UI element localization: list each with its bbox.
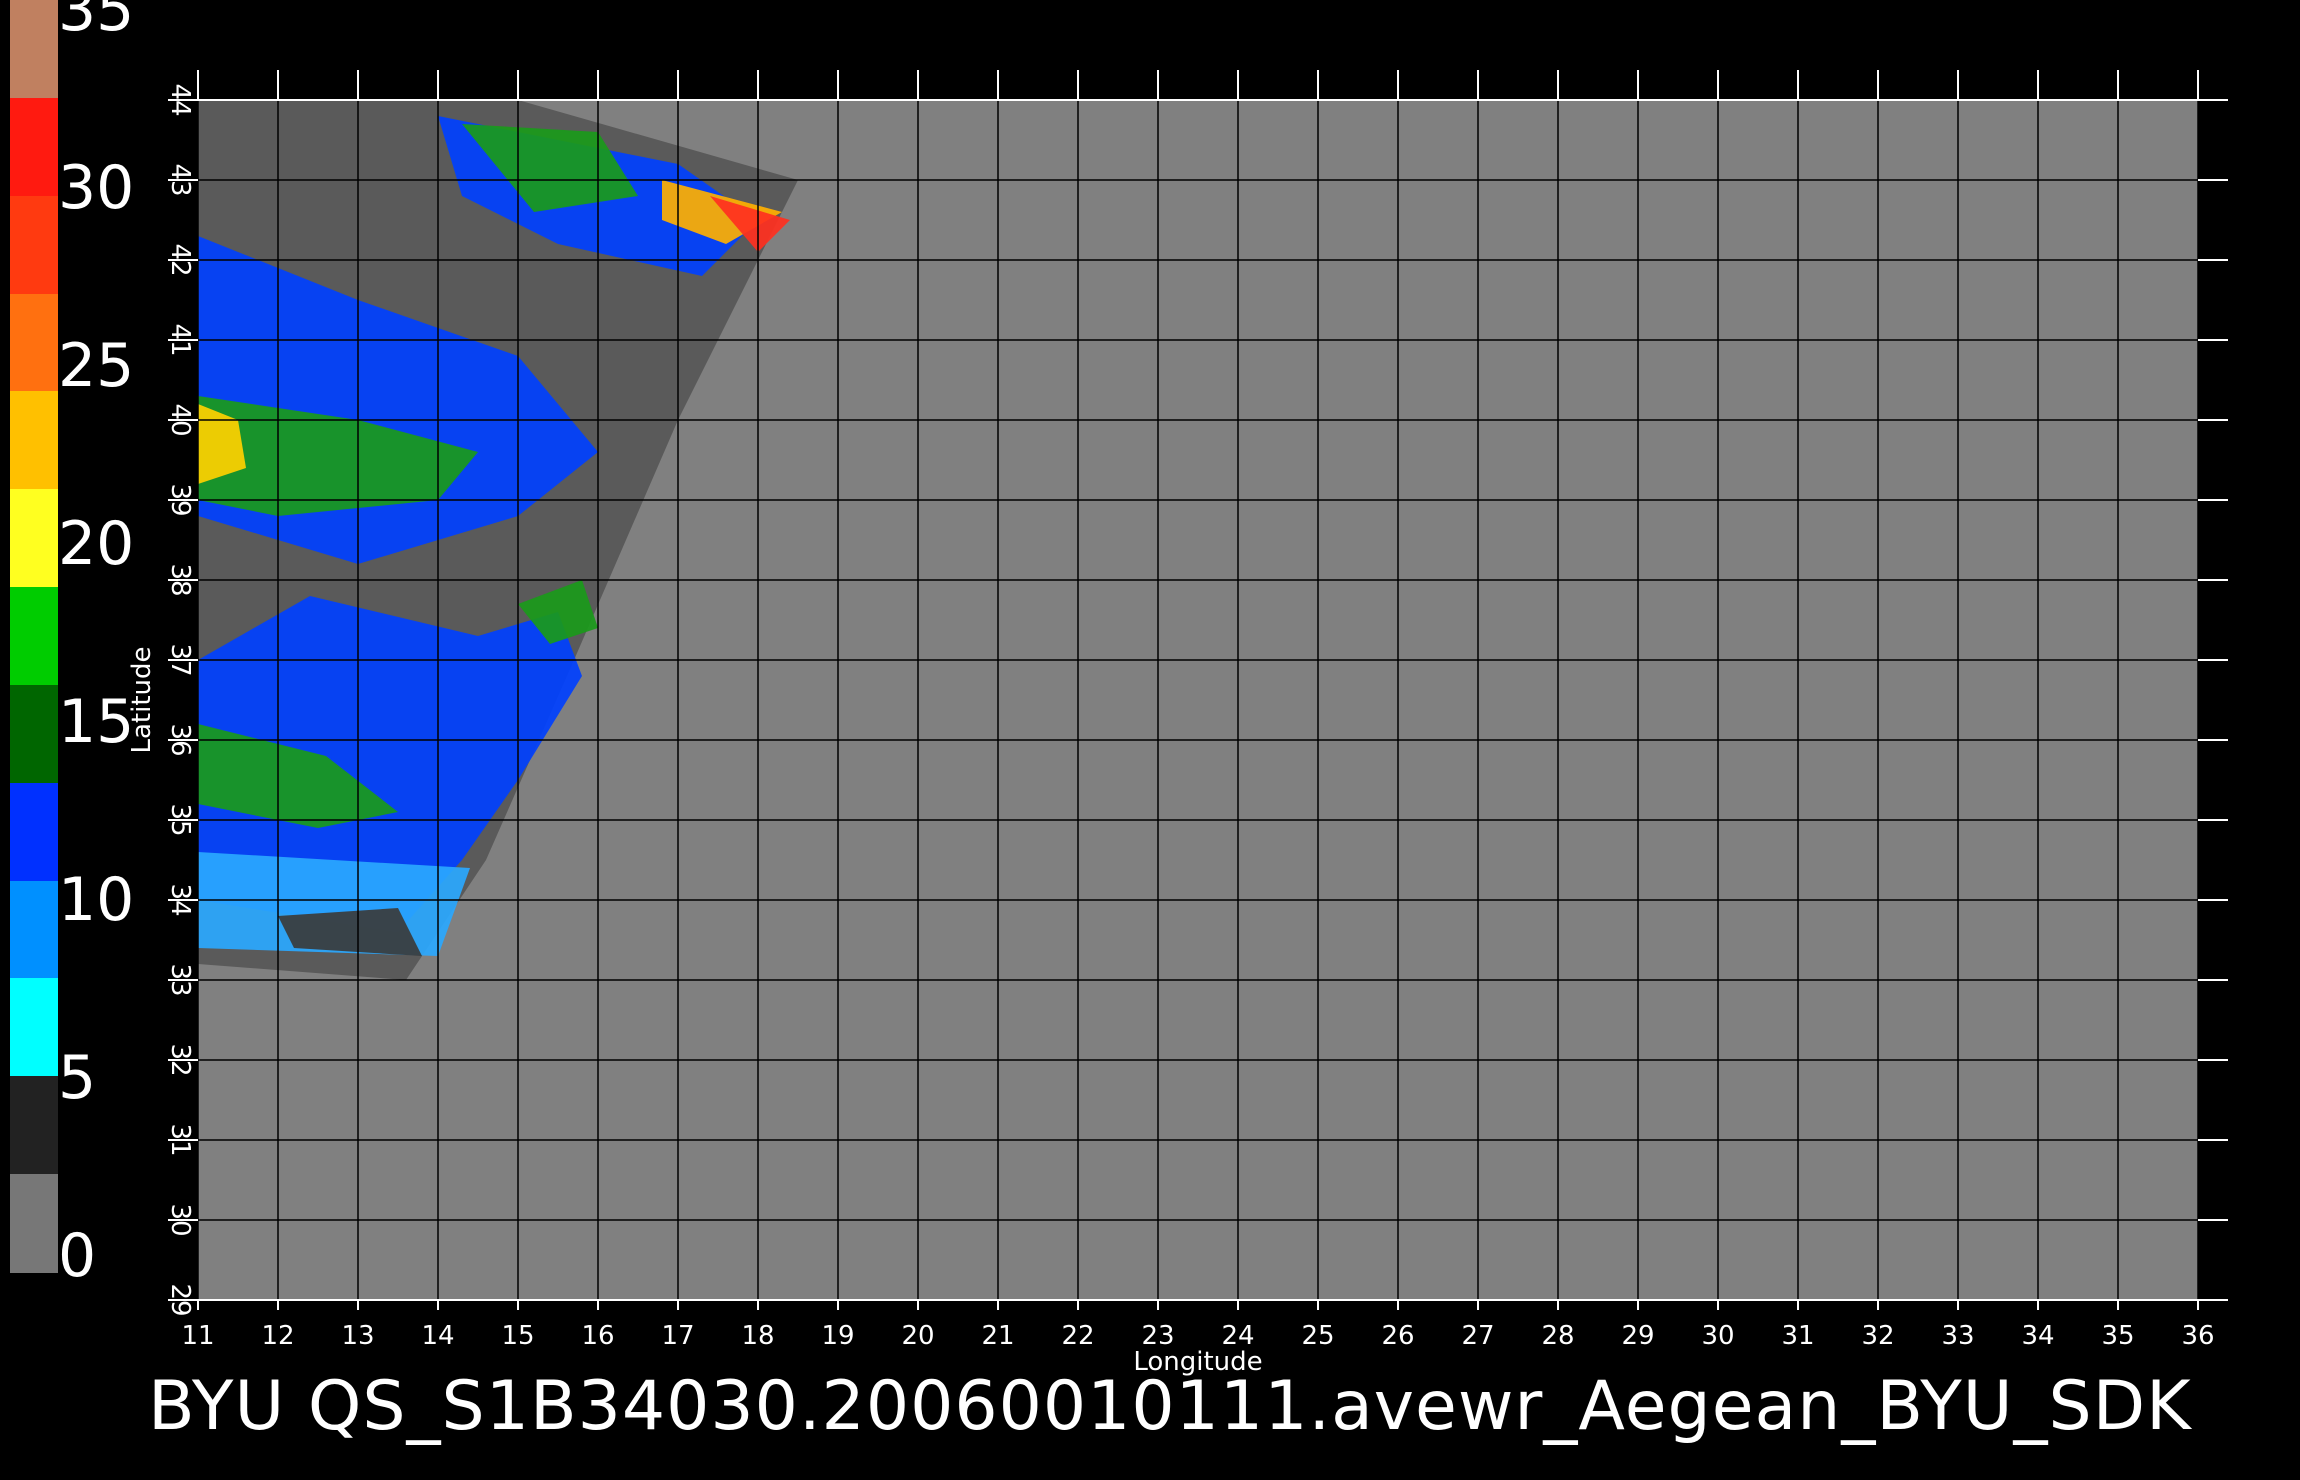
map-title: BYU QS_S1B34030.20060010111.avewr_Aegean… xyxy=(148,1367,2192,1446)
lon-tick-label: 36 xyxy=(2181,1321,2214,1351)
lat-tick-label: 37 xyxy=(165,643,195,676)
lon-tick-label: 31 xyxy=(1781,1321,1814,1351)
lat-tick-label: 38 xyxy=(165,563,195,596)
lon-tick-label: 20 xyxy=(901,1321,934,1351)
lon-tick-label: 32 xyxy=(1861,1321,1894,1351)
lon-tick-label: 16 xyxy=(581,1321,614,1351)
map-area xyxy=(198,100,2198,1300)
lon-tick-label: 33 xyxy=(1941,1321,1974,1351)
y-axis-label: Latitude xyxy=(127,646,157,753)
lon-tick-label: 25 xyxy=(1301,1321,1334,1351)
lat-tick-label: 41 xyxy=(165,323,195,356)
map-plot: 11 12 13 14 15 16 17 18 19 20 21 22 23 24 25 26 27 28 29 30… xyxy=(127,70,2228,1377)
lon-tick-label: 17 xyxy=(661,1321,694,1351)
lon-tick-label: 26 xyxy=(1381,1321,1414,1351)
lon-tick-label: 13 xyxy=(341,1321,374,1351)
lon-tick-label: 21 xyxy=(981,1321,1014,1351)
lat-tick-label: 32 xyxy=(165,1043,195,1076)
lat-tick-label: 40 xyxy=(165,403,195,436)
lat-tick-label: 43 xyxy=(165,163,195,196)
lat-tick-label: 39 xyxy=(165,483,195,516)
lon-tick-label: 27 xyxy=(1461,1321,1494,1351)
lon-tick-label: 11 xyxy=(181,1321,214,1351)
lon-tick-label: 12 xyxy=(261,1321,294,1351)
lon-tick-label: 30 xyxy=(1701,1321,1734,1351)
lat-tick-label: 30 xyxy=(165,1203,195,1236)
lon-tick-label: 22 xyxy=(1061,1321,1094,1351)
lon-tick-label: 15 xyxy=(501,1321,534,1351)
lat-tick-label: 31 xyxy=(165,1123,195,1156)
lon-tick-label: 18 xyxy=(741,1321,774,1351)
lon-tick-label: 14 xyxy=(421,1321,454,1351)
lon-tick-label: 19 xyxy=(821,1321,854,1351)
lat-tick-label: 33 xyxy=(165,963,195,996)
lat-tick-label: 29 xyxy=(165,1283,195,1316)
lat-tick-label: 36 xyxy=(165,723,195,756)
lat-tick-label: 35 xyxy=(165,803,195,836)
lon-tick-label: 35 xyxy=(2101,1321,2134,1351)
lat-tick-label: 34 xyxy=(165,883,195,916)
lon-tick-label: 28 xyxy=(1541,1321,1574,1351)
lon-tick-label: 34 xyxy=(2021,1321,2054,1351)
lat-tick-label: 42 xyxy=(165,243,195,276)
lon-tick-label: 29 xyxy=(1621,1321,1654,1351)
